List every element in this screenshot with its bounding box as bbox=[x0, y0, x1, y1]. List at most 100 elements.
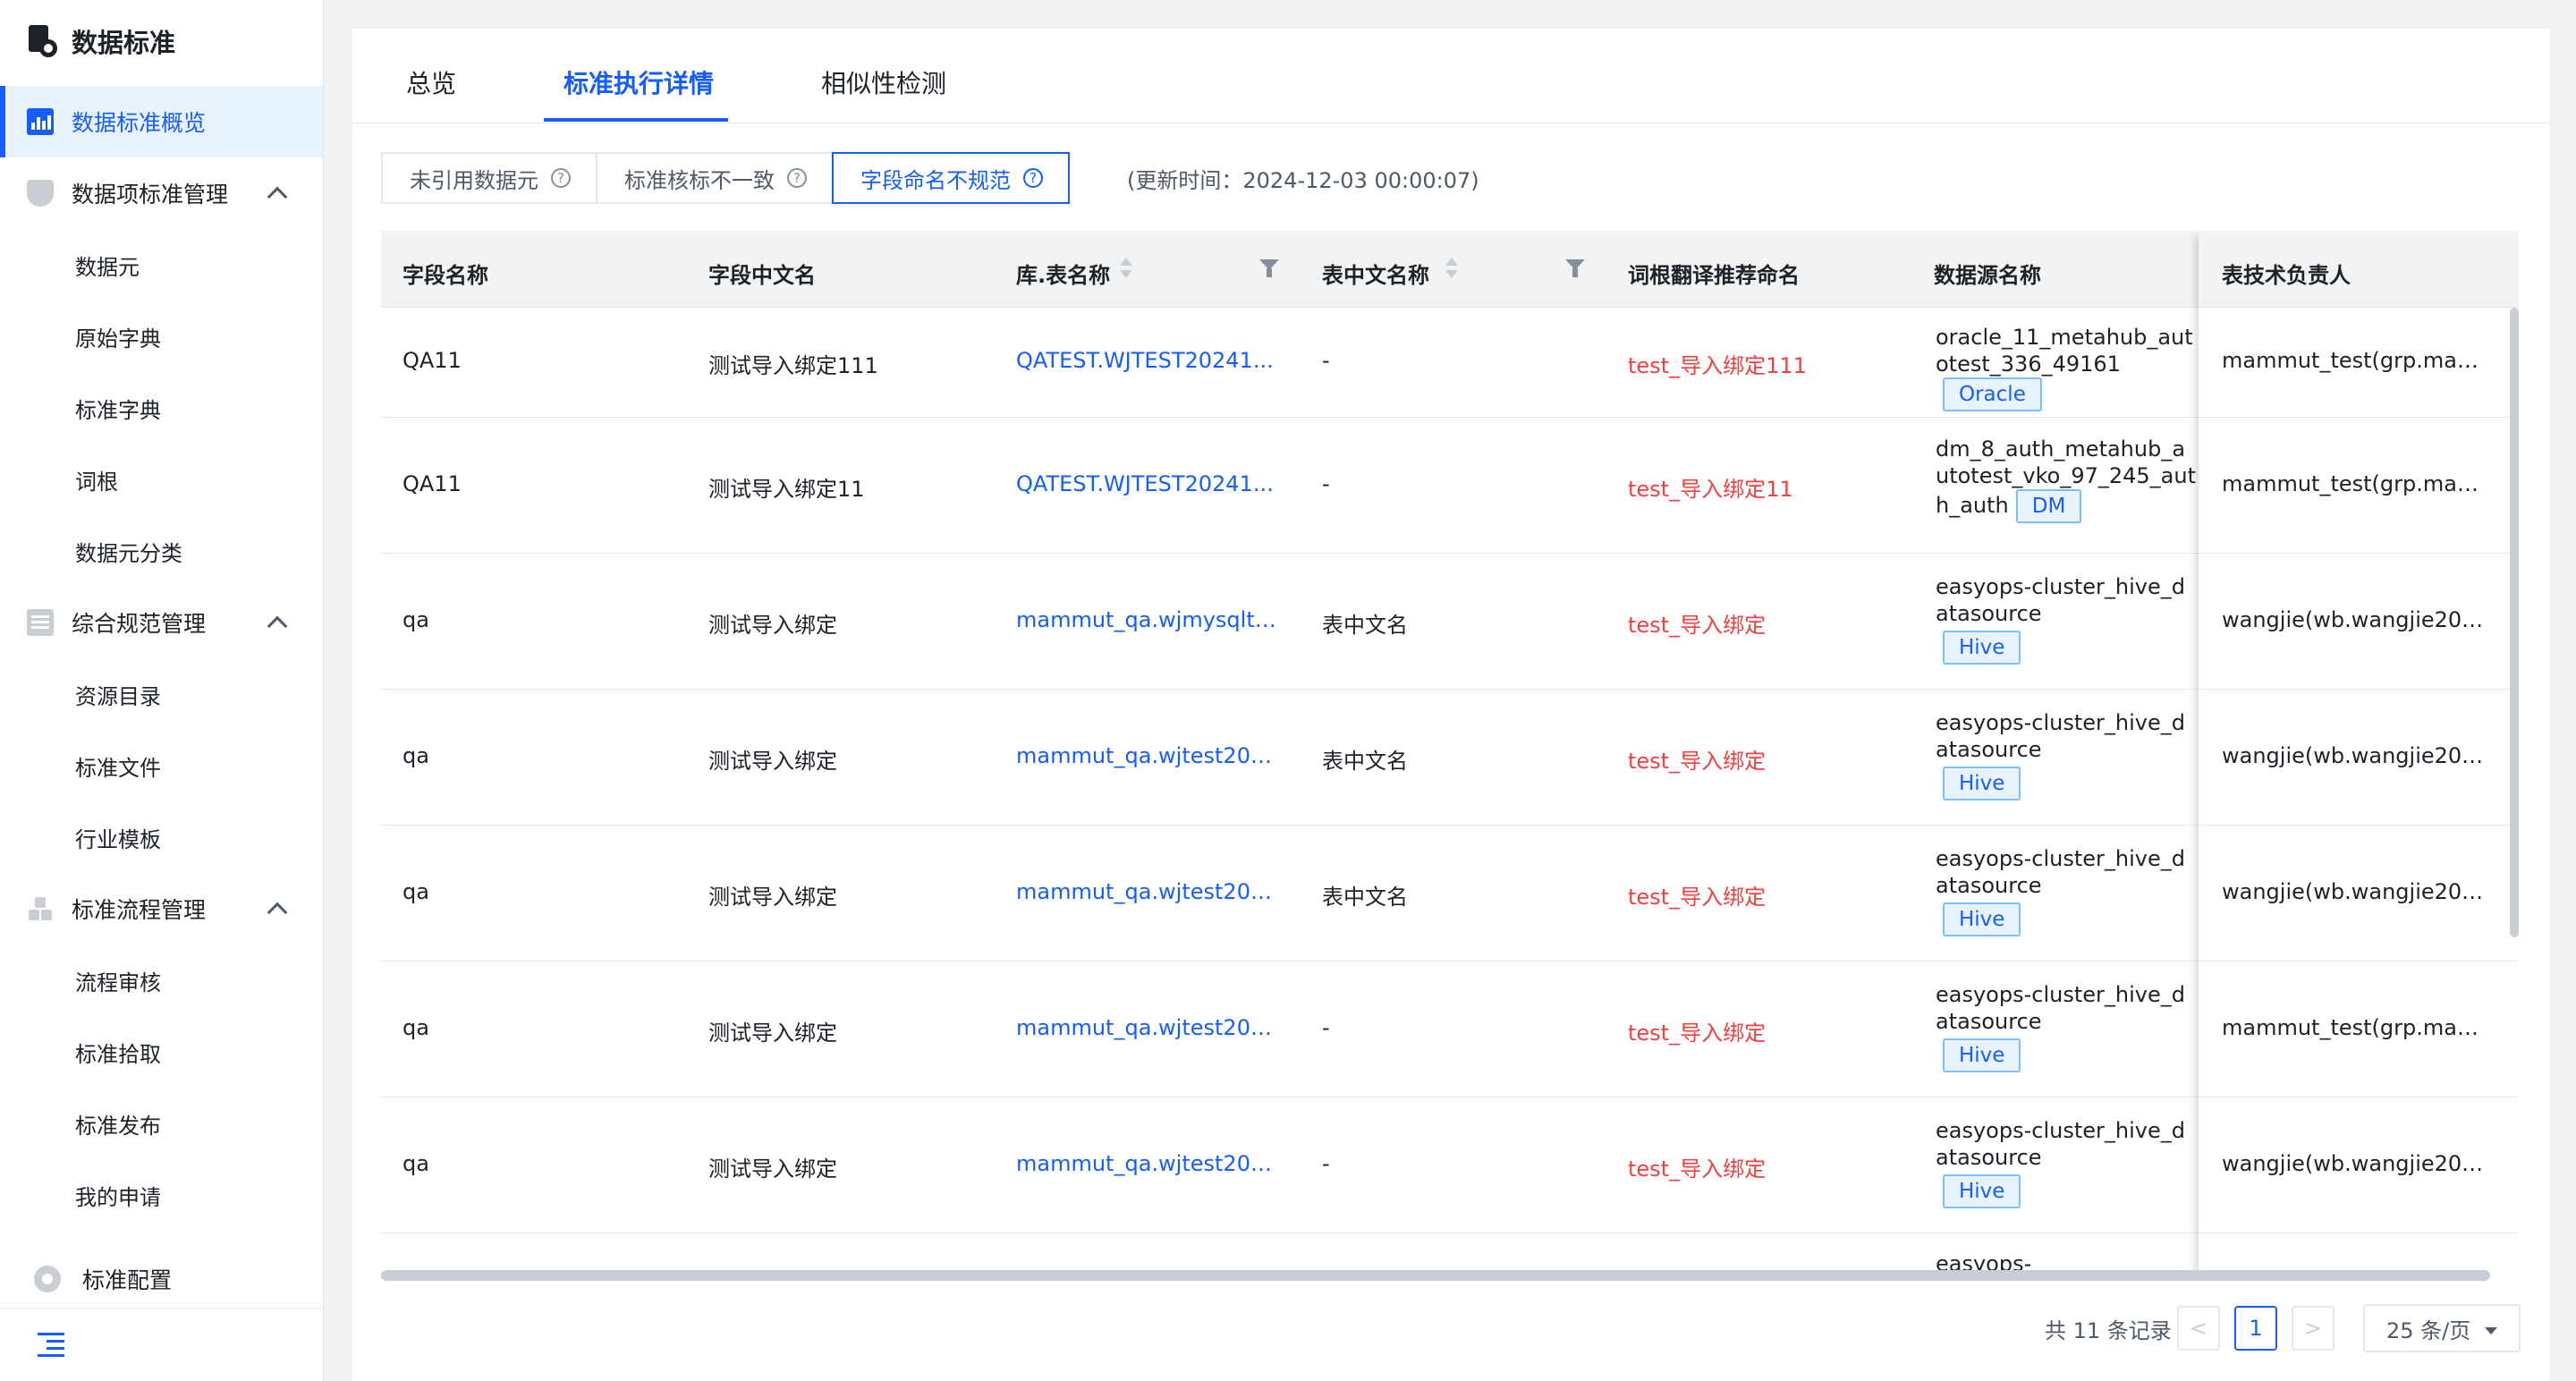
nav-flow-review[interactable]: 流程审核 bbox=[0, 945, 323, 1016]
tab-execution-detail[interactable]: 标准执行详情 bbox=[564, 64, 714, 100]
tab-bar: 总览 标准执行详情 相似性检测 bbox=[352, 29, 2549, 123]
cell-datasource: easyops-cluster_hive_datasource Hive bbox=[1936, 1117, 2197, 1208]
nav-raw-dict[interactable]: 原始字典 bbox=[0, 301, 323, 372]
cell-field-cn: 测试导入绑定 bbox=[708, 885, 837, 910]
col-table-name: 库.表名称 bbox=[1016, 263, 1111, 288]
nav-flow-mgmt[interactable]: 标准流程管理 bbox=[0, 873, 323, 945]
main-panel: 总览 标准执行详情 相似性检测 未引用数据元? 标准核标不一致? 字段命名不规范… bbox=[352, 29, 2549, 1381]
nav-std-dict-label: 标准字典 bbox=[75, 397, 161, 423]
cell-table-link[interactable]: mammut_qa.wjtest2024... bbox=[1016, 879, 1284, 904]
nav-std-publish-label: 标准发布 bbox=[75, 1113, 161, 1139]
filter-inconsistent-label: 标准核标不一致 bbox=[624, 167, 775, 193]
nav-std-pick[interactable]: 标准拾取 bbox=[0, 1016, 323, 1088]
nav-flow-mgmt-label: 标准流程管理 bbox=[72, 897, 207, 923]
datasource-tag: Hive bbox=[1943, 1174, 2021, 1208]
page-size-select[interactable]: 25 条/页 bbox=[2363, 1304, 2521, 1352]
nav-std-file[interactable]: 标准文件 bbox=[0, 730, 323, 801]
nav-flow-review-label: 流程审核 bbox=[75, 970, 161, 996]
cell-table-cn: - bbox=[1322, 471, 1330, 496]
cell-field: QA11 bbox=[402, 348, 462, 373]
page-1-button[interactable]: 1 bbox=[2234, 1306, 2277, 1351]
cell-field-cn: 测试导入绑定 bbox=[708, 1021, 837, 1046]
cell-recommended: test_导入绑定11 bbox=[1628, 477, 1793, 502]
table-row: qa 测试导入绑定 mammut_qa.wjmysqltes... 表中文名 t… bbox=[381, 554, 2519, 690]
col-owner: 表技术负责人 bbox=[2222, 263, 2351, 288]
filter-naming-irregular[interactable]: 字段命名不规范? bbox=[832, 152, 1070, 204]
cell-field-cn: 测试导入绑定 bbox=[708, 1156, 837, 1182]
list-icon bbox=[27, 609, 54, 636]
update-time: (更新时间：2024-12-03 00:00:07) bbox=[1127, 168, 1479, 193]
cell-owner: mammut_test(grp.mam... bbox=[2222, 348, 2490, 373]
filter-unreferenced[interactable]: 未引用数据元? bbox=[381, 152, 597, 204]
nav-my-request[interactable]: 我的申请 bbox=[0, 1159, 323, 1231]
cell-datasource: dm_8_auth_metahub_autotest_vko_97_245_au… bbox=[1936, 436, 2197, 523]
sort-icon[interactable] bbox=[1445, 258, 1458, 281]
nav-item-mgmt[interactable]: 数据项标准管理 bbox=[0, 157, 323, 229]
cell-table-link[interactable]: mammut_qa.wjtest2024... bbox=[1016, 1015, 1284, 1040]
cell-table-cn: - bbox=[1322, 348, 1330, 373]
cell-field: QA11 bbox=[402, 471, 462, 496]
cell-owner: wangjie(wb.wangjie20@... bbox=[2222, 879, 2490, 904]
cell-datasource: oracle_11_metahub_autotest_336_49161Orac… bbox=[1936, 324, 2197, 411]
datasource-name: easyops-cluster_hive_datasource bbox=[1936, 1118, 2185, 1170]
filter-naming-irregular-label: 字段命名不规范 bbox=[860, 167, 1011, 193]
page-size-label: 25 条/页 bbox=[2386, 1317, 2471, 1343]
datasource-name: easyops-cluster_hive_datasource bbox=[1936, 846, 2185, 898]
cell-table-link[interactable]: mammut_qa.wjmysqltes... bbox=[1016, 607, 1284, 632]
cell-owner: wangjie(wb.wangjie20@... bbox=[2222, 607, 2490, 632]
cell-table-link[interactable]: mammut_qa.wjtest2024... bbox=[1016, 743, 1284, 768]
flow-icon bbox=[27, 895, 54, 922]
nav-config[interactable]: 标准配置 bbox=[0, 1245, 323, 1313]
cell-field: qa bbox=[402, 1015, 429, 1040]
nav-data-element[interactable]: 数据元 bbox=[0, 229, 323, 301]
tab-similarity[interactable]: 相似性检测 bbox=[821, 64, 946, 100]
nav-root-word[interactable]: 词根 bbox=[0, 444, 323, 515]
cell-field: qa bbox=[402, 1151, 429, 1176]
nav-spec-mgmt-label: 综合规范管理 bbox=[72, 611, 207, 637]
vertical-scrollbar[interactable] bbox=[2510, 308, 2519, 937]
help-icon[interactable]: ? bbox=[787, 168, 807, 188]
help-icon[interactable]: ? bbox=[551, 168, 571, 188]
cell-field-cn: 测试导入绑定11 bbox=[708, 477, 865, 502]
nav-std-dict[interactable]: 标准字典 bbox=[0, 372, 323, 444]
cell-datasource: easyops-cluster_hive_datasource Hive bbox=[1936, 573, 2197, 665]
filter-inconsistent[interactable]: 标准核标不一致? bbox=[596, 152, 834, 204]
nav-std-publish[interactable]: 标准发布 bbox=[0, 1088, 323, 1159]
next-page-button[interactable]: > bbox=[2292, 1306, 2334, 1351]
cell-table-link[interactable]: QATEST.WJTEST20241... bbox=[1016, 348, 1284, 373]
cell-table-link[interactable]: QATEST.WJTEST20241... bbox=[1016, 471, 1284, 496]
datasource-name: oracle_11_metahub_autotest_336_49161 bbox=[1936, 325, 2193, 377]
nav-industry-template[interactable]: 行业模板 bbox=[0, 801, 323, 873]
nav-spec-mgmt[interactable]: 综合规范管理 bbox=[0, 587, 323, 658]
horizontal-scrollbar[interactable] bbox=[381, 1270, 2490, 1281]
nav-raw-dict-label: 原始字典 bbox=[75, 326, 161, 352]
help-icon[interactable]: ? bbox=[1023, 168, 1043, 188]
collapse-menu-icon[interactable] bbox=[38, 1333, 64, 1357]
prev-page-button[interactable]: < bbox=[2177, 1306, 2220, 1351]
nav-data-element-label: 数据元 bbox=[75, 254, 140, 280]
nav-resource-catalog[interactable]: 资源目录 bbox=[0, 658, 323, 730]
filter-icon[interactable] bbox=[1259, 259, 1279, 279]
nav-overview[interactable]: 数据标准概览 bbox=[0, 86, 323, 157]
chart-icon bbox=[27, 108, 54, 135]
tab-overview[interactable]: 总览 bbox=[406, 64, 456, 100]
filter-icon[interactable] bbox=[1565, 259, 1585, 279]
cell-field-cn: 测试导入绑定 bbox=[708, 613, 837, 638]
col-table-cn: 表中文名称 bbox=[1322, 263, 1429, 288]
cell-recommended: test_导入绑定 bbox=[1628, 1156, 1767, 1182]
nav-element-category[interactable]: 数据元分类 bbox=[0, 515, 323, 587]
cell-recommended: test_导入绑定 bbox=[1628, 1021, 1767, 1046]
sort-icon[interactable] bbox=[1120, 258, 1132, 281]
shield-icon bbox=[27, 180, 54, 207]
cell-table-cn: 表中文名 bbox=[1322, 749, 1408, 774]
app-title: 数据标准 bbox=[72, 28, 176, 58]
cell-owner: mammut_test(grp.mam... bbox=[2222, 471, 2490, 496]
table-row: qa 测试导入绑定 mammut_qa.wjtest2024... 表中文名 t… bbox=[381, 826, 2519, 962]
nav-overview-label: 数据标准概览 bbox=[72, 110, 207, 136]
table-row: qa 测试导入绑定 mammut_qa.wjtest2024... - test… bbox=[381, 962, 2519, 1097]
cell-recommended: test_导入绑定 bbox=[1628, 885, 1767, 910]
total-records: 共 11 条记录 bbox=[2045, 1318, 2172, 1343]
gear-icon bbox=[34, 1266, 61, 1292]
cell-table-link[interactable]: mammut_qa.wjtest2024... bbox=[1016, 1151, 1284, 1176]
nav-resource-catalog-label: 资源目录 bbox=[75, 683, 161, 709]
